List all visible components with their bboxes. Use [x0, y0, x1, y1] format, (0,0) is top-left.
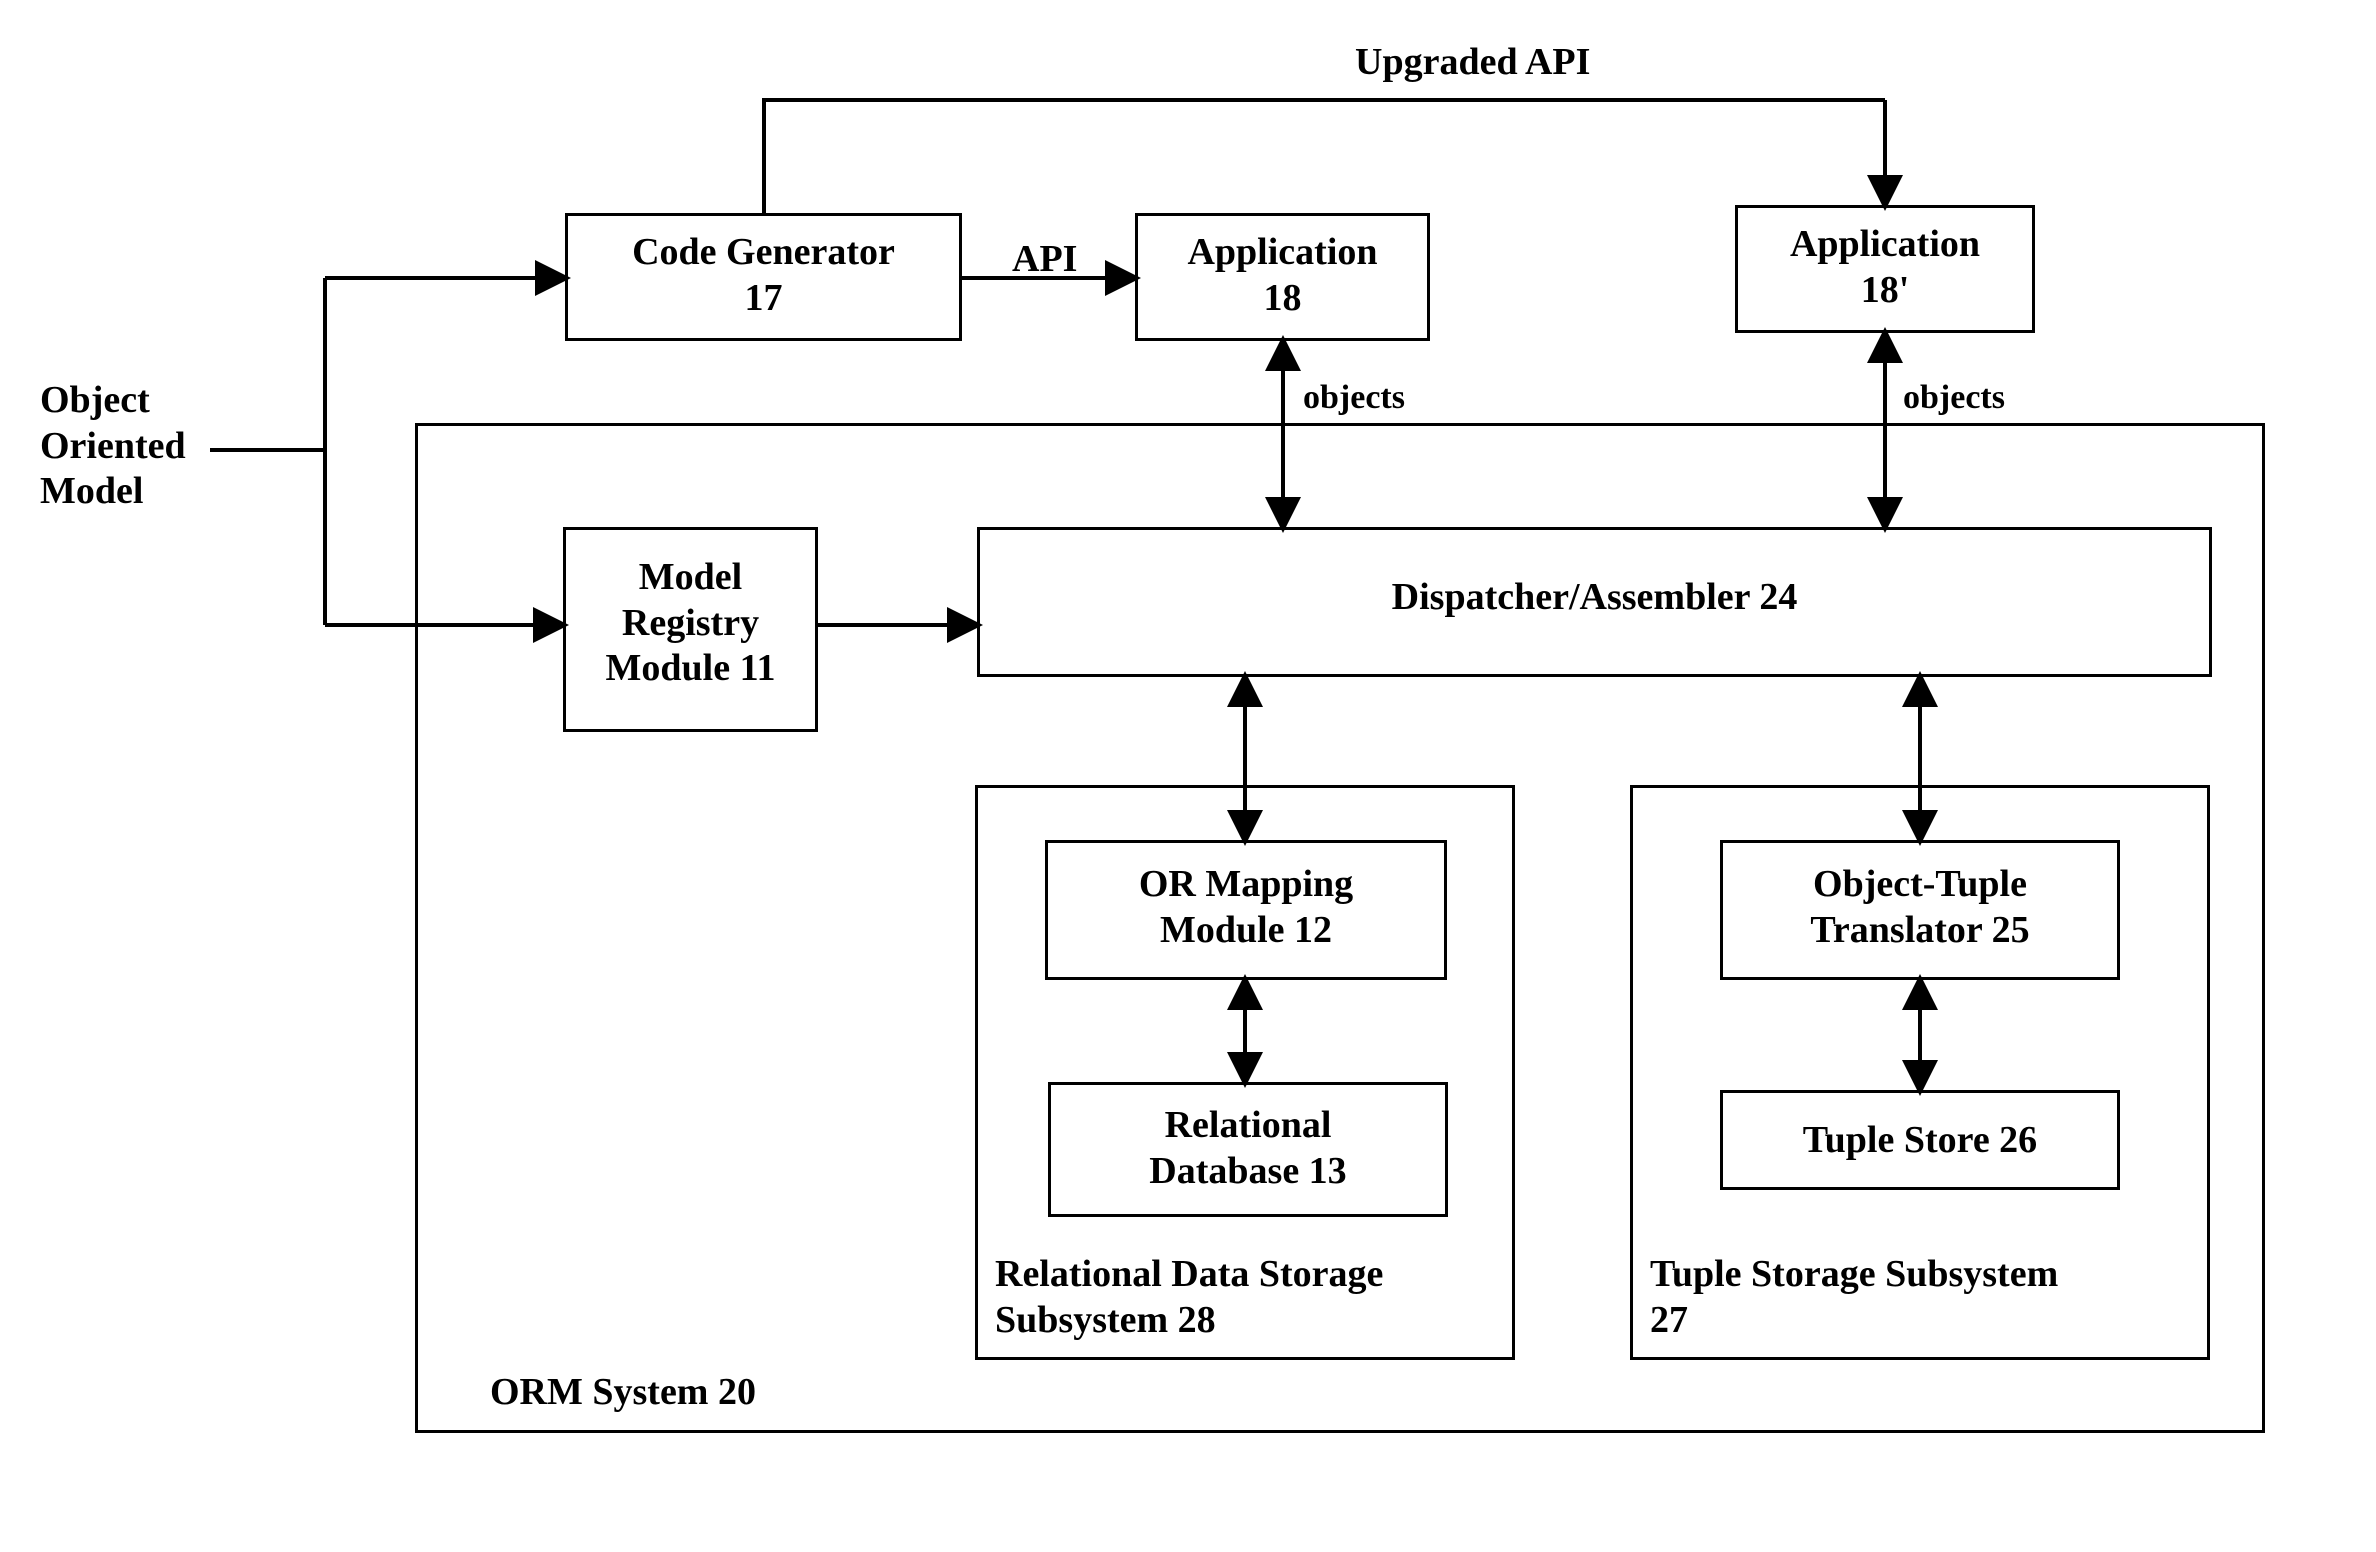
object-tuple-label: Object-Tuple Translator 25 [1720, 862, 2120, 953]
dispatcher-label: Dispatcher/Assembler 24 [977, 575, 2212, 621]
code-generator-label: Code Generator 17 [565, 230, 962, 321]
objects2-label: objects [1903, 378, 2005, 419]
tuple-subsystem-label: Tuple Storage Subsystem 27 [1650, 1252, 2058, 1343]
model-registry-label: Model Registry Module 11 [563, 555, 818, 692]
diagram-stage: ORM System 20 Relational Data Storage Su… [0, 0, 2376, 1552]
relational-db-label: Relational Database 13 [1048, 1103, 1448, 1194]
api-label: API [1012, 237, 1077, 283]
upgraded-api-label: Upgraded API [1355, 40, 1590, 86]
application-prime-label: Application 18' [1735, 222, 2035, 313]
application-label: Application 18 [1135, 230, 1430, 321]
tuple-store-label: Tuple Store 26 [1720, 1118, 2120, 1164]
objects1-label: objects [1303, 378, 1405, 419]
orm-system-label: ORM System 20 [490, 1370, 756, 1416]
oom-label: Object Oriented Model [40, 378, 186, 515]
rel-subsystem-label: Relational Data Storage Subsystem 28 [995, 1252, 1383, 1343]
or-mapping-label: OR Mapping Module 12 [1045, 862, 1447, 953]
